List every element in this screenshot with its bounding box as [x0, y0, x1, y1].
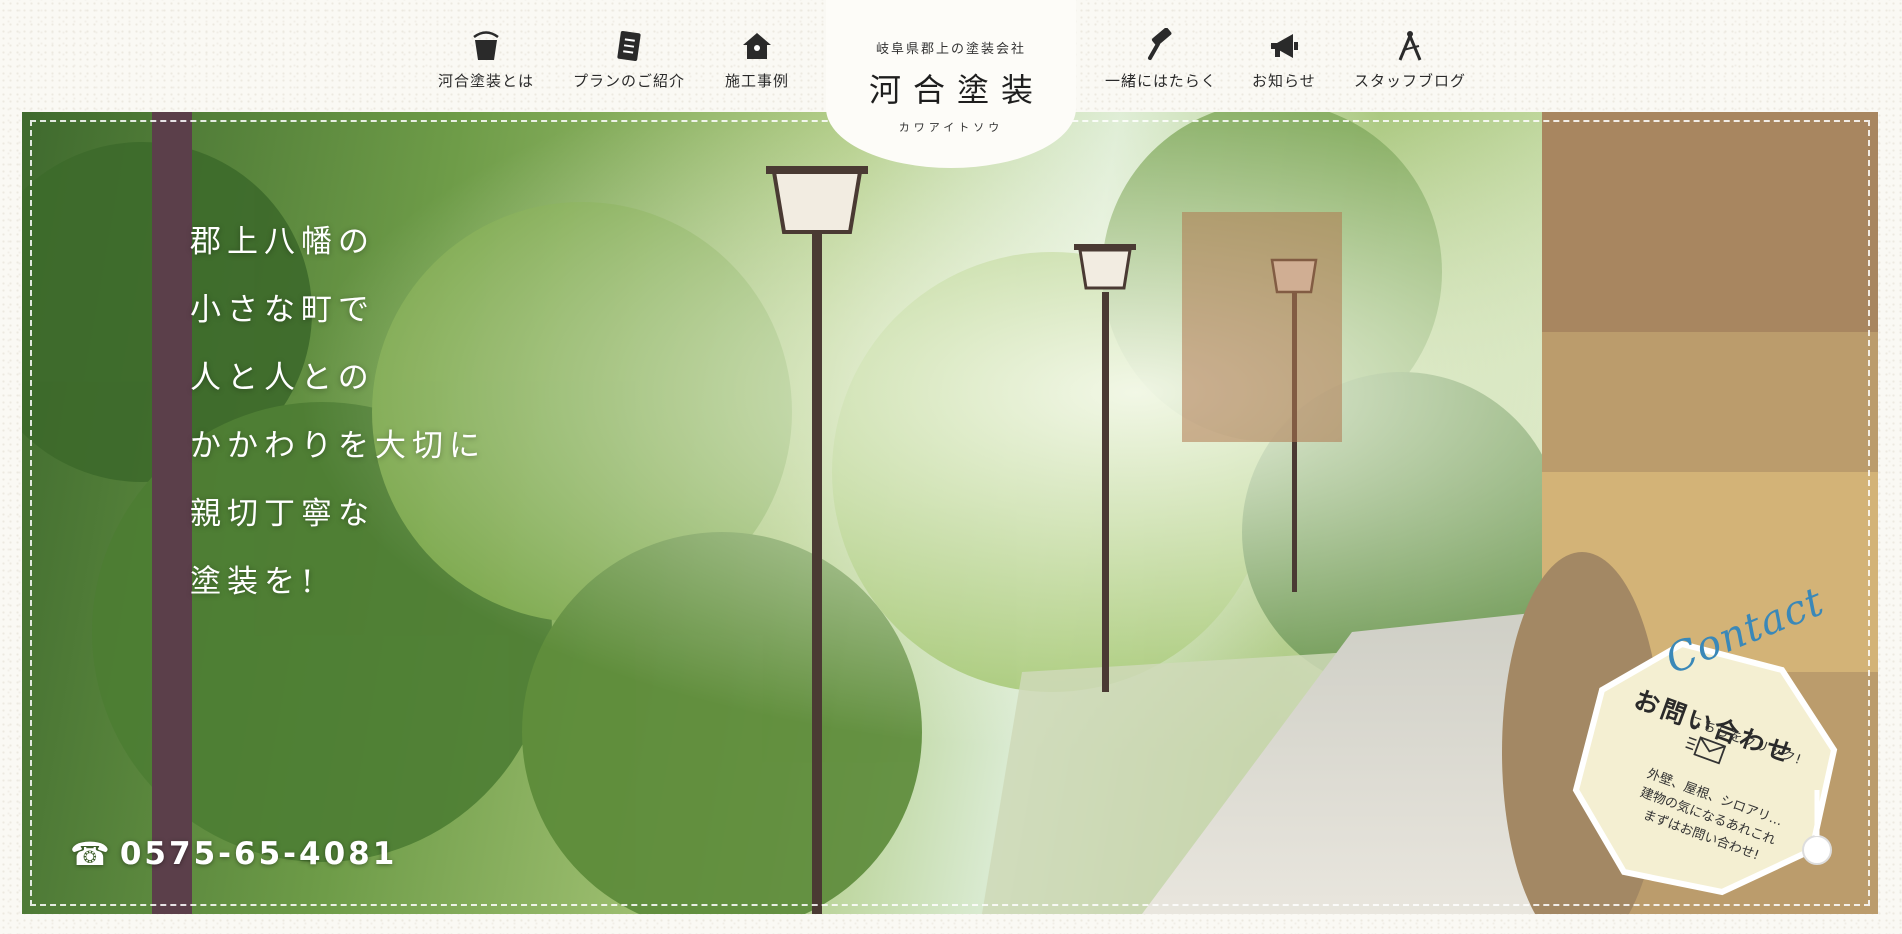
paint-bucket-icon — [473, 31, 499, 60]
nav-item-about[interactable]: 河合塗装とは — [438, 28, 534, 91]
phone-icon: ☎ — [70, 835, 110, 873]
house-icon — [743, 33, 771, 59]
phone-number: 0575-65-4081 — [119, 836, 398, 872]
catchcopy-line: 親切丁寧な — [190, 496, 375, 532]
nav-label: スタッフブログ — [1354, 72, 1467, 90]
contact-badge-shape — [1572, 640, 1838, 896]
catchcopy-line: 塗装を! — [190, 564, 320, 600]
catchcopy-line: 郡上八幡の — [190, 224, 375, 260]
global-nav: 河合塗装とは プランのご紹介 施工事例 岐阜県郡上の塗装会社 河合塗装 カワアイ… — [0, 0, 1902, 168]
compass-pen-icon — [1398, 31, 1422, 61]
nav-item-recruit[interactable]: 一緒にはたらく — [1105, 28, 1217, 91]
phone-link[interactable]: ☎ 0575-65-4081 — [70, 835, 397, 873]
catchcopy-line: 小さな町で — [190, 292, 375, 328]
nav-item-works[interactable]: 施工事例 — [725, 28, 789, 91]
nav-label: 河合塗装とは — [438, 72, 535, 90]
megaphone-icon — [1270, 34, 1298, 58]
nav-item-blog[interactable]: スタッフブログ — [1354, 28, 1466, 91]
logo-kana: カワアイトソウ — [898, 121, 1004, 134]
catchcopy-line: かかわりを大切に — [190, 428, 486, 464]
clipboard-list-icon — [617, 31, 641, 61]
nav-item-plans[interactable]: プランのご紹介 — [573, 28, 685, 91]
nav-label: 施工事例 — [725, 72, 790, 90]
nav-label: お知らせ — [1252, 72, 1316, 90]
paint-roller-icon — [1147, 28, 1172, 60]
hero-catchcopy: 郡上八幡の 小さな町で 人と人との かかわりを大切に 親切丁寧な 塗装を! — [190, 208, 486, 616]
logo-tagline: 岐阜県郡上の塗装会社 — [875, 42, 1026, 57]
nav-label: プランのご紹介 — [573, 72, 686, 90]
site-logo[interactable]: 岐阜県郡上の塗装会社 河合塗装 カワアイトソウ — [826, 0, 1076, 168]
catchcopy-line: 人と人との — [190, 360, 375, 396]
nav-label: 一緒にはたらく — [1105, 72, 1217, 90]
logo-name: 河合塗装 — [868, 71, 1045, 109]
nav-item-news[interactable]: お知らせ — [1252, 28, 1316, 91]
contact-badge-button[interactable]: Contact お問い合わせ こちらをクリック! 外壁、屋根、シロアリ… 建物の… — [1572, 579, 1852, 900]
